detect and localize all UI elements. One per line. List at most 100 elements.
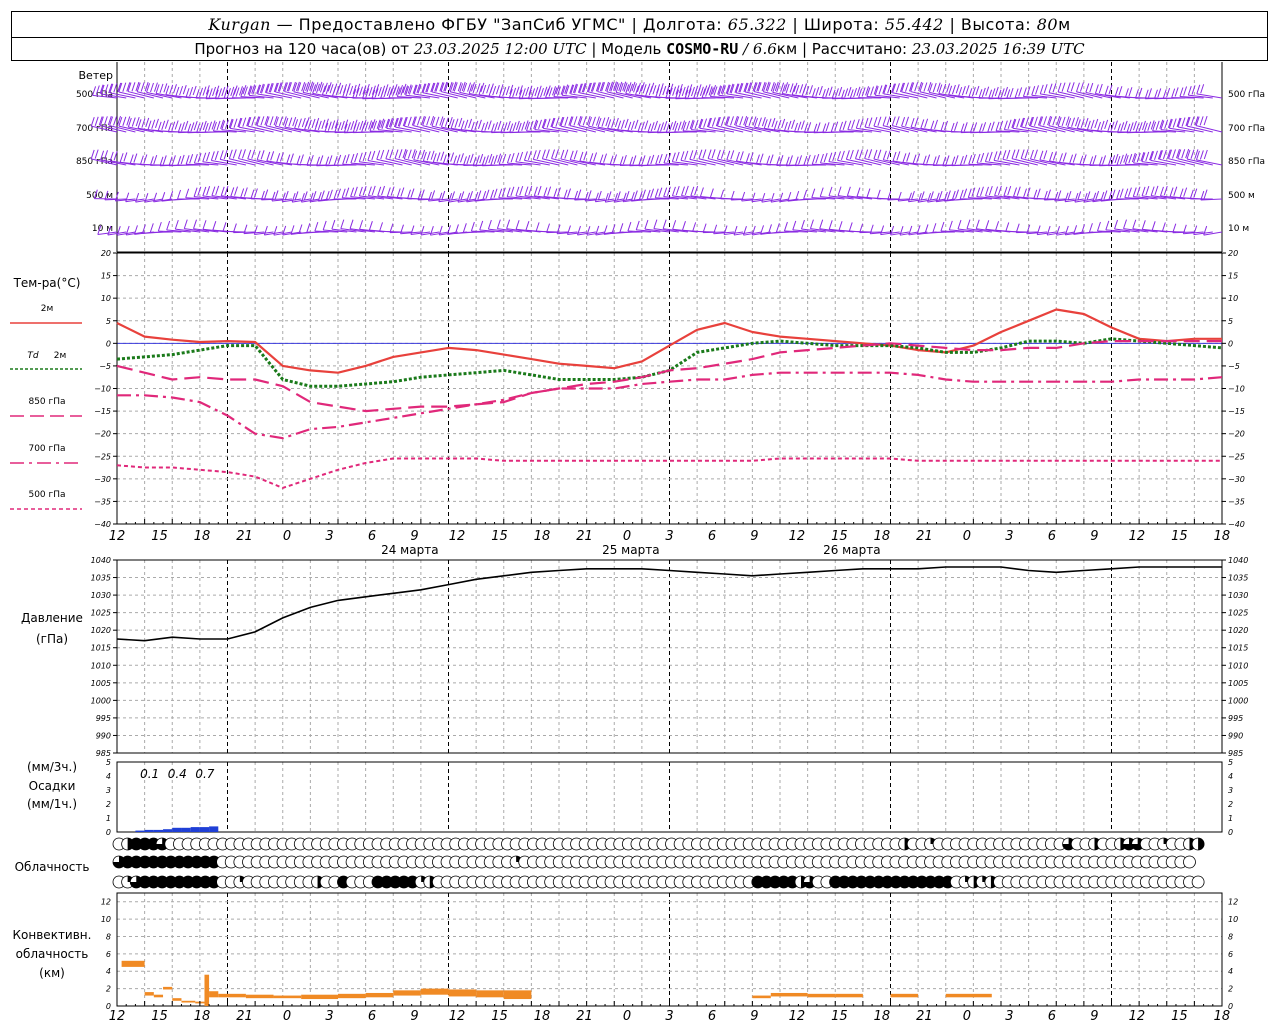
wind-barb-feather bbox=[537, 185, 542, 196]
cloud-symbol bbox=[1191, 875, 1205, 889]
x-hour-label-bottom: 0 bbox=[623, 1009, 631, 1024]
wind-barb-feather bbox=[460, 191, 465, 201]
wind-barb-feather bbox=[934, 119, 938, 130]
pressure-y-tick-label-right: 1035 bbox=[1228, 574, 1248, 583]
convective-y-tick-label-right: 4 bbox=[1228, 967, 1233, 976]
x-hour-label: 15 bbox=[831, 529, 848, 544]
wind-barb-feather bbox=[837, 186, 842, 196]
wind-barb-feather bbox=[914, 117, 919, 127]
wind-barb-feather bbox=[316, 156, 320, 166]
wind-barb-feather bbox=[1011, 149, 1016, 159]
convective-y-tick-label-left: 12 bbox=[101, 898, 111, 907]
wind-barb-feather bbox=[985, 86, 990, 96]
wind-barb-feather bbox=[967, 188, 972, 198]
wind-barb-feather bbox=[803, 189, 808, 200]
wind-barb-feather bbox=[929, 191, 934, 201]
wind-barb-feather bbox=[886, 150, 891, 160]
wind-barb-feather bbox=[367, 186, 372, 196]
x-hour-label-bottom: 12 bbox=[789, 1009, 806, 1024]
temp-y-tick-label-right: −20 bbox=[1228, 430, 1245, 439]
wind-barb-feather bbox=[278, 116, 283, 126]
wind-barb-feather bbox=[185, 188, 190, 198]
wind-barb-feather bbox=[882, 116, 887, 126]
wind-barb-feather bbox=[873, 116, 878, 127]
wind-barb-feather bbox=[1052, 116, 1057, 126]
wind-barb-feather bbox=[211, 186, 216, 196]
wind-barb-feather bbox=[601, 117, 606, 127]
x-hour-label-bottom: 3 bbox=[325, 1009, 333, 1024]
wind-barb-feather bbox=[811, 188, 816, 198]
wind-barb-feather bbox=[1123, 120, 1128, 131]
wind-barb-feather bbox=[830, 122, 835, 133]
wind-barb-feather bbox=[761, 192, 766, 203]
wind-barb-feather bbox=[838, 221, 843, 231]
wind-barb-feather bbox=[1016, 186, 1021, 196]
wind-barb-feather bbox=[681, 86, 686, 97]
wind-barb-feather bbox=[345, 187, 350, 197]
wind-barb-feather bbox=[185, 155, 190, 165]
wind-barb-feather bbox=[189, 86, 194, 97]
wind-barb-feather bbox=[1000, 88, 1005, 98]
wind-barb-feather bbox=[322, 220, 327, 231]
wind-barb-feather bbox=[971, 153, 976, 164]
wind-barb-feather bbox=[417, 150, 422, 160]
wind-barb-feather bbox=[1006, 149, 1011, 160]
wind-barb-feather bbox=[988, 89, 993, 99]
wind-barb-feather bbox=[573, 150, 578, 160]
wind-barb-feather bbox=[490, 156, 495, 166]
x-hour-label-bottom: 9 bbox=[410, 1009, 418, 1024]
wind-barb-feather bbox=[978, 123, 983, 133]
wind-barb-feather bbox=[171, 155, 176, 165]
wind-barb-feather bbox=[380, 89, 385, 99]
wind-barb-feather bbox=[942, 156, 947, 166]
pressure-y-tick-label-left: 1040 bbox=[91, 556, 111, 565]
wind-barb-feather bbox=[122, 116, 127, 126]
wind-barb-feather bbox=[625, 190, 630, 201]
convective-bar bbox=[144, 992, 154, 996]
wind-barb-feather bbox=[641, 189, 646, 199]
precip-y-tick-label-right: 2 bbox=[1228, 800, 1233, 809]
wind-barb-feather bbox=[339, 85, 344, 95]
wind-barb-feather bbox=[663, 153, 668, 164]
convective-bar bbox=[365, 992, 394, 998]
wind-barb-feather bbox=[166, 220, 171, 231]
wind-barb-feather bbox=[828, 220, 833, 230]
wind-barb-feather bbox=[1005, 222, 1010, 232]
wind-barb-feather bbox=[212, 86, 217, 97]
convective-bar bbox=[476, 990, 504, 998]
wind-barb-feather bbox=[284, 190, 289, 201]
precip-bar bbox=[144, 829, 154, 832]
wind-barb-feather bbox=[1056, 226, 1061, 236]
x-hour-label: 6 bbox=[1048, 529, 1056, 544]
wind-barb-feather bbox=[1023, 188, 1027, 198]
wind-barb-feather bbox=[733, 225, 738, 236]
wind-barb-feather bbox=[1079, 82, 1084, 92]
wind-barb-feather bbox=[353, 186, 358, 196]
wind-barb-feather bbox=[1024, 149, 1029, 159]
wind-barb-feather bbox=[940, 121, 945, 132]
wind-barb-feather bbox=[1132, 187, 1137, 197]
wind-barb-feather bbox=[232, 149, 237, 159]
convective-unit-label: (км) bbox=[39, 966, 65, 980]
legend-700-label: 700 гПа bbox=[28, 444, 65, 454]
wind-barb-feather bbox=[367, 151, 372, 161]
wind-barb-feather bbox=[1190, 149, 1195, 159]
wind-barb-feather bbox=[167, 122, 172, 133]
wind-barb-feather bbox=[720, 149, 725, 159]
wind-barb-feather bbox=[769, 154, 774, 164]
wind-barb-feather bbox=[1203, 225, 1208, 236]
wind-barb-feather bbox=[1102, 155, 1107, 165]
wind-barb-feather bbox=[650, 188, 655, 198]
wind-barb-feather bbox=[493, 154, 498, 165]
wind-barb-feather bbox=[1057, 82, 1062, 93]
wind-barb-feather bbox=[1144, 89, 1149, 99]
wind-barb-feather bbox=[488, 86, 493, 97]
wind-barb-feather bbox=[594, 192, 599, 202]
wind-barb-feather bbox=[905, 82, 909, 92]
temp-y-tick-label-right: 10 bbox=[1228, 294, 1238, 303]
wind-barb-feather bbox=[975, 85, 980, 96]
wind-barb-feather bbox=[479, 220, 484, 231]
temp-y-tick-label-right: −25 bbox=[1228, 452, 1245, 461]
wind-barb-feather bbox=[1128, 87, 1133, 97]
wind-barb-feather bbox=[485, 155, 489, 165]
